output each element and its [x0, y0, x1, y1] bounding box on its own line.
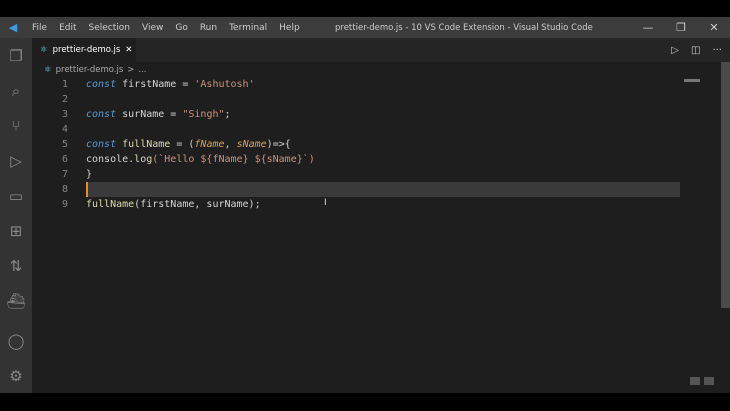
explorer-icon[interactable]: ❐ [0, 38, 32, 73]
search-icon[interactable]: ⌕ [0, 73, 32, 108]
toggle-sidebar-icon[interactable] [704, 377, 714, 385]
restore-button[interactable]: ❐ [665, 17, 697, 38]
current-line-highlight [86, 182, 680, 197]
tab-label: prettier-demo.js [52, 45, 121, 55]
code-token: (firstName, surName); [134, 199, 261, 210]
menu-help[interactable]: Help [273, 23, 306, 33]
title-bar: ◀ File Edit Selection View Go Run Termin… [0, 17, 730, 38]
text-cursor-icon: I [324, 198, 327, 208]
close-window-button[interactable]: ✕ [698, 17, 730, 38]
vertical-scrollbar[interactable] [721, 62, 730, 308]
minimap[interactable] [684, 79, 700, 82]
code-token: )=>{ [266, 139, 291, 150]
param: fName [194, 139, 225, 150]
tab-close-icon[interactable]: ✕ [125, 45, 132, 55]
remote-explorer-icon[interactable]: ▭ [0, 178, 32, 213]
line-number: 9 [61, 199, 68, 210]
line-number: 6 [61, 154, 68, 165]
menu-view[interactable]: View [136, 23, 169, 33]
string: "Singh" [182, 109, 225, 120]
line-number: 5 [61, 139, 68, 150]
template-string: (`Hello ${fName} ${sName}`) [152, 154, 315, 165]
run-debug-icon[interactable]: ▷ [0, 143, 32, 178]
menu-run[interactable]: Run [194, 23, 223, 33]
breadcrumb-more[interactable]: ... [138, 65, 146, 75]
more-actions-icon[interactable]: ··· [712, 45, 722, 56]
line-number: 4 [61, 124, 68, 135]
code-token: } [86, 169, 93, 180]
function-name: fullName [122, 139, 171, 150]
split-editor-icon[interactable]: ◫ [691, 45, 700, 56]
tab-bar: ⚛ prettier-demo.js ✕ ▷ ◫ ··· [32, 38, 730, 62]
menu-go[interactable]: Go [169, 23, 193, 33]
function-name: log [134, 154, 153, 165]
menu-terminal[interactable]: Terminal [223, 23, 273, 33]
layout-controls [690, 377, 714, 385]
line-number: 1 [61, 79, 68, 90]
param: sName [236, 139, 267, 150]
account-icon[interactable]: ◯ [0, 323, 32, 358]
line-number: 2 [61, 94, 68, 105]
activity-bar: ❐ ⌕ ⑂ ▷ ▭ ⊞ ⇅ ⛴ ◯ ⚙ [0, 38, 32, 393]
vscode-logo-icon: ◀ [8, 21, 18, 34]
code-token: ; [224, 109, 231, 120]
menu-file[interactable]: File [26, 23, 53, 33]
code-token: console. [86, 154, 135, 165]
settings-gear-icon[interactable]: ⚙ [0, 358, 32, 393]
code-token: surName = [122, 109, 183, 120]
menu-selection[interactable]: Selection [83, 23, 136, 33]
pull-requests-icon[interactable]: ⇅ [0, 248, 32, 283]
tab-prettier-demo[interactable]: ⚛ prettier-demo.js ✕ [32, 38, 136, 62]
line-number: 3 [61, 109, 68, 120]
docker-icon[interactable]: ⛴ [0, 283, 32, 318]
keyword: const [86, 109, 117, 120]
code-token: firstName = [122, 79, 195, 90]
minimize-button[interactable]: — [632, 17, 664, 38]
source-control-icon[interactable]: ⑂ [0, 108, 32, 143]
code-token: = ( [176, 139, 195, 150]
react-file-icon: ⚛ [40, 45, 48, 55]
code-editor[interactable]: 1 const firstName = 'Ashutosh' 2 3 const s… [32, 77, 720, 212]
menu-edit[interactable]: Edit [53, 23, 82, 33]
breadcrumb-file[interactable]: prettier-demo.js [56, 65, 124, 75]
string: 'Ashutosh' [194, 79, 255, 90]
keyword: const [86, 139, 117, 150]
function-name: fullName [86, 199, 135, 210]
vscode-window: ◀ File Edit Selection View Go Run Termin… [0, 17, 730, 393]
line-number: 7 [61, 169, 68, 180]
extensions-icon[interactable]: ⊞ [0, 213, 32, 248]
keyword: const [86, 79, 117, 90]
line-number: 8 [61, 184, 68, 195]
run-icon[interactable]: ▷ [671, 45, 679, 56]
breadcrumb: ⚛ prettier-demo.js > ... [44, 62, 147, 77]
toggle-panel-icon[interactable] [690, 377, 700, 385]
breadcrumb-separator: > [127, 64, 135, 75]
react-file-icon: ⚛ [44, 64, 52, 75]
code-token: , [224, 139, 237, 150]
